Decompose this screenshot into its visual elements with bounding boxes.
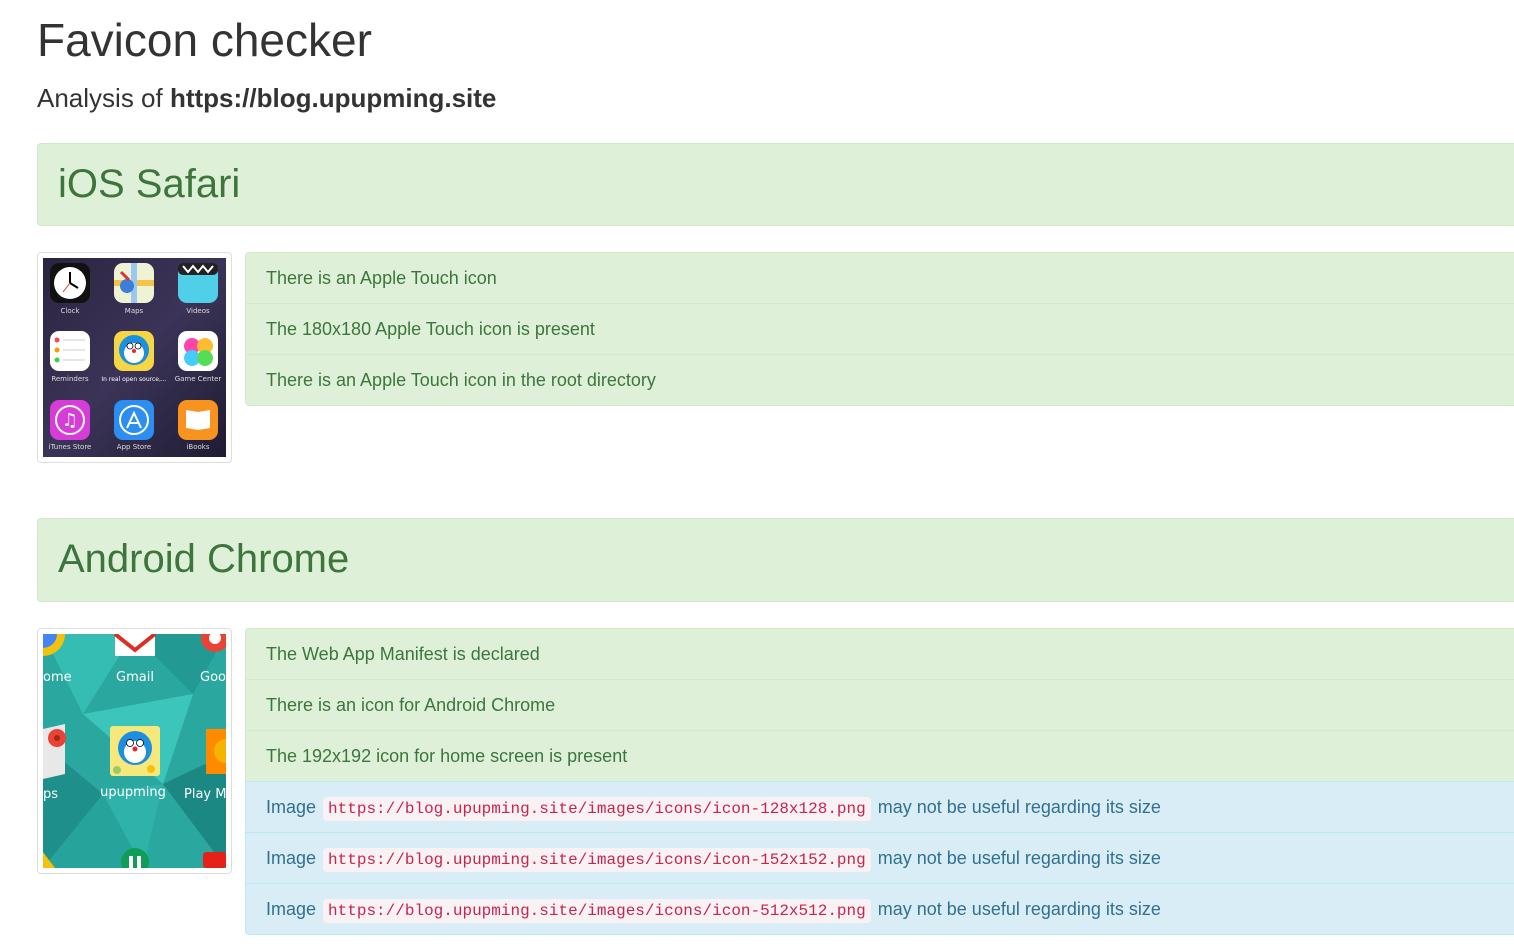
app-store-app-icon <box>114 400 154 440</box>
android-homescreen-image: ome Gmail Goo ps upupming Play M <box>43 634 226 868</box>
ios-label-videos: Videos <box>186 307 210 315</box>
ios-homescreen-thumbnail: ♫ Clock Maps Videos Reminders In real op… <box>37 252 232 463</box>
youtube-app-icon <box>203 852 226 868</box>
warning-item: Image https://blog.upupming.site/images/… <box>245 781 1514 833</box>
game-center-app-icon <box>178 331 218 371</box>
upupming-app-icon <box>110 726 160 776</box>
android-label-chrome: ome <box>43 670 72 685</box>
ios-label-maps: Maps <box>125 307 144 315</box>
videos-app-icon <box>178 263 218 303</box>
icon-url: https://blog.upupming.site/images/icons/… <box>323 848 871 872</box>
upupming-app-icon <box>114 331 154 371</box>
gmail-app-icon <box>113 634 157 656</box>
android-label-gmail: Gmail <box>116 670 154 685</box>
android-label-upupming: upupming <box>100 785 166 800</box>
icon-url: https://blog.upupming.site/images/icons/… <box>323 797 871 821</box>
check-item: There is an icon for Android Chrome <box>245 679 1514 731</box>
page-title: Favicon checker <box>37 14 372 66</box>
ios-label-upupming: In real open source,... <box>101 376 166 383</box>
icon-url: https://blog.upupming.site/images/icons/… <box>323 899 871 923</box>
ios-label-ibooks: iBooks <box>186 443 209 451</box>
android-label-google: Goo <box>200 670 226 685</box>
ios-safari-checks: There is an Apple Touch icon The 180x180… <box>245 252 1514 406</box>
ios-label-game-center: Game Center <box>175 375 222 383</box>
check-item: There is an Apple Touch icon in the root… <box>245 354 1514 406</box>
ios-label-app-store: App Store <box>117 443 151 451</box>
check-item: There is an Apple Touch icon <box>245 252 1514 304</box>
check-item: The Web App Manifest is declared <box>245 628 1514 680</box>
maps-app-icon <box>114 263 154 303</box>
analysis-url: https://blog.upupming.site <box>169 83 497 113</box>
check-item: The 192x192 icon for home screen is pres… <box>245 730 1514 782</box>
analysis-line: Analysis of https://blog.upupming.site <box>37 82 496 114</box>
maps-app-icon <box>43 724 66 779</box>
ios-label-clock: Clock <box>60 307 80 315</box>
ios-label-itunes-store: iTunes Store <box>49 443 92 451</box>
android-homescreen-thumbnail: ome Gmail Goo ps upupming Play M <box>37 628 232 874</box>
ibooks-app-icon <box>178 400 218 440</box>
warning-item: Image https://blog.upupming.site/images/… <box>245 832 1514 884</box>
android-label-maps: ps <box>43 787 58 802</box>
warning-prefix: Image <box>266 899 317 919</box>
warning-item: Image https://blog.upupming.site/images/… <box>245 883 1514 935</box>
clock-app-icon <box>50 263 90 303</box>
section-heading-android-chrome: Android Chrome <box>37 518 1514 602</box>
itunes-store-app-icon: ♫ <box>50 400 90 440</box>
ios-homescreen-image: ♫ Clock Maps Videos Reminders In real op… <box>43 258 226 457</box>
reminders-app-icon <box>50 331 90 371</box>
warning-prefix: Image <box>266 797 317 817</box>
ios-label-reminders: Reminders <box>51 375 89 383</box>
warning-suffix: may not be useful regarding its size <box>877 797 1161 817</box>
check-item: The 180x180 Apple Touch icon is present <box>245 303 1514 355</box>
section-heading-ios-safari: iOS Safari <box>37 143 1514 226</box>
android-chrome-checks: The Web App Manifest is declared There i… <box>245 628 1514 935</box>
analysis-prefix: Analysis of <box>37 83 163 113</box>
play-music-app-icon <box>206 729 226 774</box>
warning-suffix: may not be useful regarding its size <box>877 848 1161 868</box>
android-label-play-music: Play M <box>184 787 226 802</box>
warning-prefix: Image <box>266 848 317 868</box>
svg-text:♫: ♫ <box>62 410 78 431</box>
warning-suffix: may not be useful regarding its size <box>877 899 1161 919</box>
